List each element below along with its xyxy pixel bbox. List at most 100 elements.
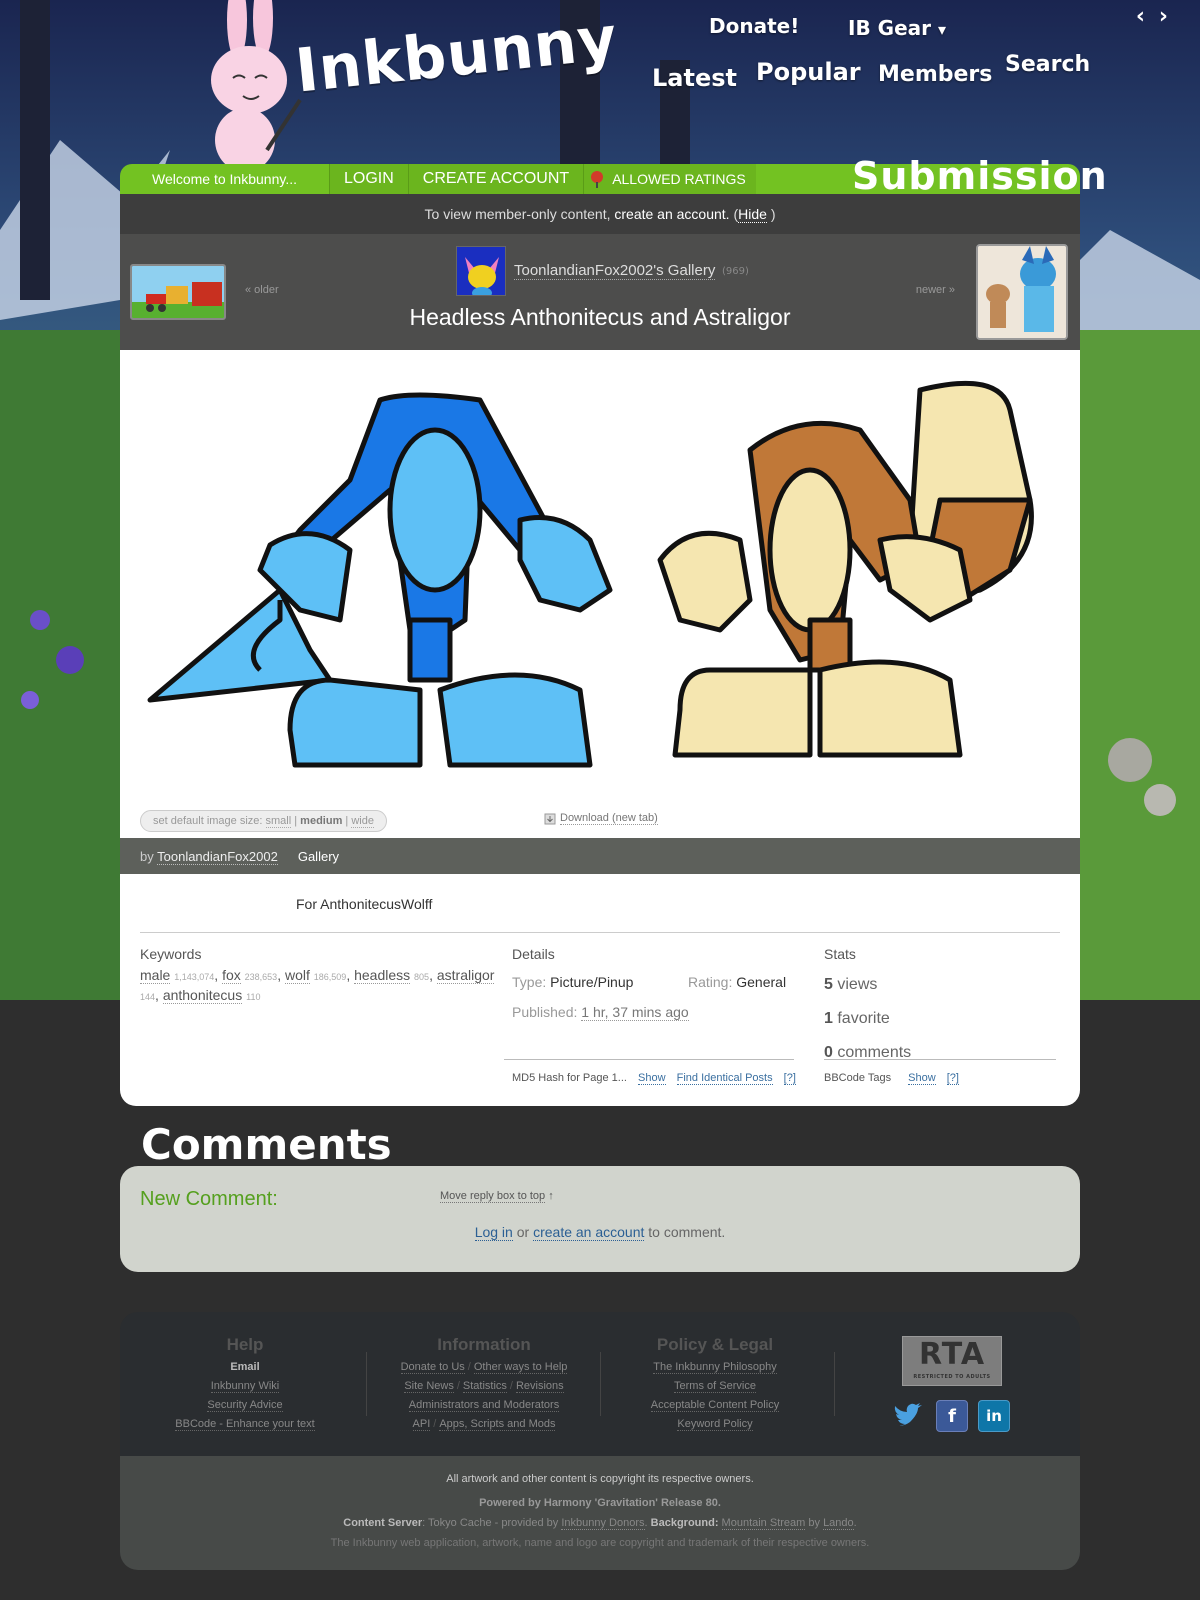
download-label: Download (new tab): [560, 812, 658, 825]
create-account-button[interactable]: CREATE ACCOUNT: [408, 164, 585, 194]
email-link[interactable]: Email: [230, 1361, 259, 1373]
admins-link[interactable]: Administrators and Moderators: [408, 1399, 560, 1412]
published-label: Published:: [512, 1004, 578, 1020]
nav-members[interactable]: Members: [878, 62, 992, 87]
keyword-link[interactable]: fox: [222, 967, 241, 984]
image-size-small[interactable]: small: [265, 815, 292, 828]
login-button[interactable]: LOGIN: [330, 164, 409, 194]
next-arrow-icon[interactable]: ›: [1159, 4, 1182, 29]
facebook-icon[interactable]: f: [936, 1400, 968, 1432]
lando-link[interactable]: Lando: [823, 1517, 854, 1530]
nav-latest[interactable]: Latest: [652, 64, 737, 92]
donate-footer-link[interactable]: Donate to Us: [400, 1361, 465, 1374]
keywords-heading: Keywords: [140, 946, 202, 962]
footer-policy: Policy & Legal The Inkbunny Philosophy T…: [610, 1334, 820, 1434]
bbcode-link[interactable]: BBCode - Enhance your text: [175, 1418, 315, 1431]
content-server-text: Content Server: Tokyo Cache - provided b…: [343, 1517, 857, 1530]
divider: [366, 1352, 367, 1416]
keyword-link[interactable]: male: [140, 967, 171, 984]
philosophy-link[interactable]: The Inkbunny Philosophy: [653, 1361, 777, 1374]
comment-create-account-link[interactable]: create an account: [533, 1224, 645, 1241]
stats-heading: Stats: [824, 946, 856, 962]
gallery-link[interactable]: Gallery: [298, 849, 339, 864]
terms-link[interactable]: Terms of Service: [674, 1380, 756, 1393]
allowed-ratings-button[interactable]: ALLOWED RATINGS: [584, 164, 756, 194]
ratings-icon: [591, 171, 604, 188]
keyword-link[interactable]: headless: [354, 967, 411, 984]
site-footer: Help Email Inkbunny Wiki Security Advice…: [120, 1312, 1080, 1570]
md5-help-link[interactable]: [?]: [783, 1072, 796, 1085]
image-size-medium[interactable]: medium: [300, 815, 342, 827]
prev-arrow-icon[interactable]: ‹: [1136, 4, 1159, 29]
acp-link[interactable]: Acceptable Content Policy: [650, 1399, 780, 1412]
donors-link[interactable]: Inkbunny Donors: [561, 1517, 645, 1530]
logo-text: Inkbunny: [292, 3, 621, 107]
keyword-count: 144: [140, 992, 156, 1002]
published-detail: Published: 1 hr, 37 mins ago: [512, 1004, 689, 1021]
rating-label: Rating:: [688, 974, 733, 990]
artist-avatar[interactable]: [456, 246, 506, 296]
rta-badge[interactable]: RTA RESTRICTED TO ADULTS: [902, 1336, 1002, 1386]
newer-submission-thumbnail[interactable]: [976, 244, 1068, 340]
submission-image-area: set default image size: small | medium |…: [120, 350, 1080, 838]
background-link[interactable]: Mountain Stream: [721, 1517, 806, 1530]
keyword-count: 238,653: [244, 972, 278, 982]
bbcode-label: BBCode Tags: [824, 1072, 892, 1084]
site-news-link[interactable]: Site News: [404, 1380, 454, 1393]
wiki-link[interactable]: Inkbunny Wiki: [210, 1380, 280, 1393]
keyword-link[interactable]: anthonitecus: [162, 987, 243, 1004]
favorite-count: 1: [824, 1010, 833, 1027]
api-link[interactable]: API: [412, 1418, 431, 1431]
twitter-icon[interactable]: [892, 1400, 924, 1432]
nav-search[interactable]: Search: [1005, 52, 1090, 77]
keyword-count: 1,143,074: [174, 972, 215, 982]
bbcode-show-link[interactable]: Show: [908, 1072, 936, 1085]
comments-count: 0: [824, 1044, 833, 1059]
policy-heading: Policy & Legal: [656, 1335, 774, 1354]
statistics-link[interactable]: Statistics: [462, 1380, 507, 1393]
keyword-link[interactable]: wolf: [284, 967, 310, 984]
older-link[interactable]: « older: [245, 284, 279, 296]
rta-small: RESTRICTED TO ADULTS: [913, 1374, 991, 1380]
donate-link[interactable]: Donate!: [709, 14, 799, 38]
move-reply-label: Move reply box to top: [440, 1190, 546, 1203]
keyword-link[interactable]: astraligor: [436, 967, 495, 984]
section-title: Submission: [852, 154, 1108, 198]
image-size-label: set default image size:: [153, 815, 263, 827]
nav-popular[interactable]: Popular: [756, 58, 861, 86]
keyword-policy-link[interactable]: Keyword Policy: [677, 1418, 753, 1431]
revisions-link[interactable]: Revisions: [515, 1380, 564, 1393]
security-link[interactable]: Security Advice: [207, 1399, 283, 1412]
divider: [140, 932, 1060, 933]
content-server-label: Content Server: [343, 1517, 423, 1529]
bunny-mascot-icon: [211, 0, 302, 165]
image-size-wide[interactable]: wide: [351, 815, 374, 828]
hide-link[interactable]: Hide: [738, 206, 767, 223]
download-link[interactable]: Download (new tab): [544, 812, 658, 825]
apps-link[interactable]: Apps, Scripts and Mods: [439, 1418, 556, 1431]
linkedin-icon[interactable]: in: [978, 1400, 1010, 1432]
bbcode-help-link[interactable]: [?]: [946, 1072, 959, 1085]
ib-gear-link[interactable]: IB Gear ▾: [848, 16, 946, 40]
submission-description: For AnthonitecusWolff: [296, 896, 433, 912]
artist-gallery-link[interactable]: ToonlandianFox2002's Gallery: [514, 262, 716, 280]
notice-create-account-link[interactable]: create an account.: [614, 206, 729, 222]
keywords-list: male 1,143,074, fox 238,653, wolf 186,50…: [140, 967, 495, 1004]
type-value: Picture/Pinup: [550, 974, 634, 990]
submission-image[interactable]: [120, 350, 1080, 790]
by-label: by: [140, 848, 154, 864]
member-notice: To view member-only content, create an a…: [120, 194, 1080, 234]
comment-login-link[interactable]: Log in: [474, 1224, 513, 1241]
other-ways-link[interactable]: Other ways to Help: [473, 1361, 568, 1374]
newer-link[interactable]: newer »: [916, 284, 955, 296]
move-reply-box-link[interactable]: Move reply box to top ↑: [440, 1190, 554, 1203]
copyright-text: All artwork and other content is copyrig…: [446, 1473, 754, 1485]
powered-text: Powered by Harmony 'Gravitation' Release…: [479, 1497, 721, 1509]
author-link[interactable]: ToonlandianFox2002: [157, 848, 278, 865]
tshirt-icon: ▾: [937, 20, 946, 39]
site-logo[interactable]: Inkbunny: [185, 0, 621, 165]
find-identical-link[interactable]: Find Identical Posts: [676, 1072, 773, 1085]
login-prompt: Log in or create an account to comment.: [120, 1224, 1080, 1241]
md5-show-link[interactable]: Show: [638, 1072, 666, 1085]
md5-label: MD5 Hash for Page 1...: [512, 1072, 627, 1084]
